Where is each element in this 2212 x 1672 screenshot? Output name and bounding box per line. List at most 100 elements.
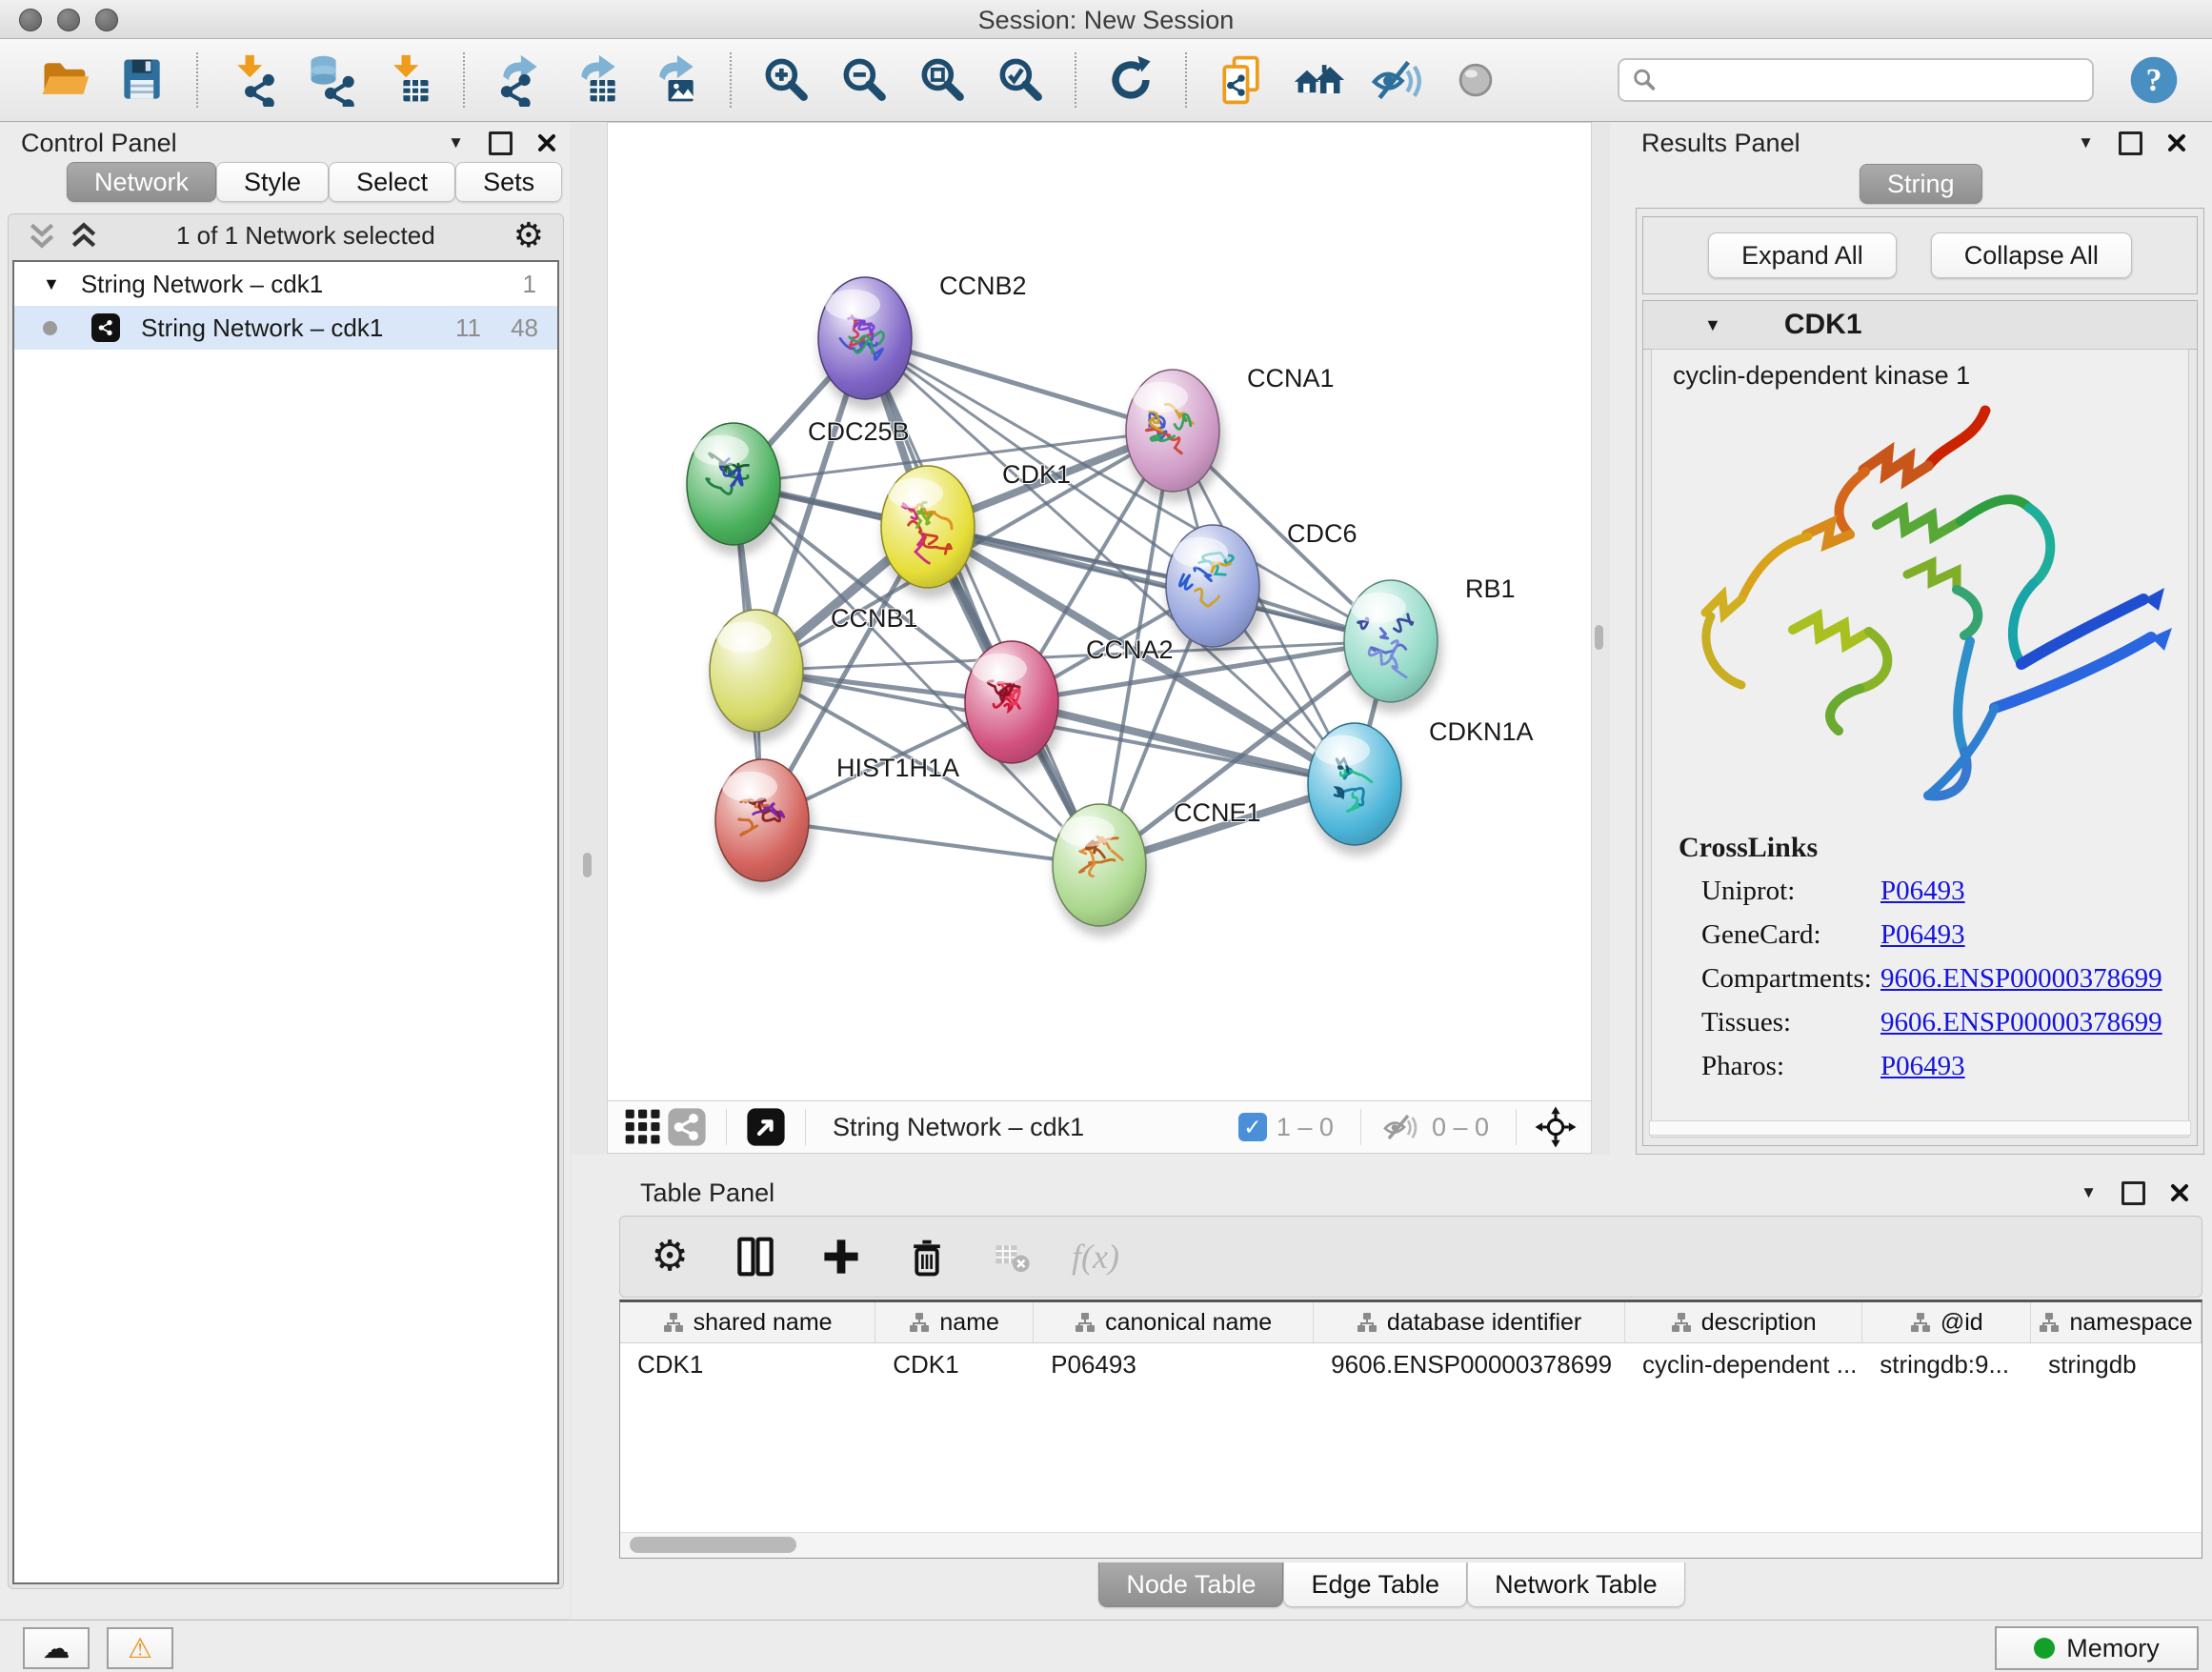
search-box[interactable] <box>1618 58 2094 102</box>
memory-button[interactable]: Memory <box>1995 1626 2199 1670</box>
export-image-icon[interactable] <box>646 50 705 110</box>
table-toolbar: ⚙ f(x) <box>619 1216 2202 1298</box>
table-options-gear-icon[interactable]: ⚙ <box>643 1230 696 1283</box>
column-header-description[interactable]: description <box>1625 1302 1862 1342</box>
control-panel-float-icon[interactable] <box>489 131 513 155</box>
collapse-all-button[interactable]: Collapse All <box>1931 232 2132 278</box>
hidden-eye-icon[interactable] <box>1378 1105 1422 1149</box>
node-label-CCNB2: CCNB2 <box>939 272 1027 300</box>
network-row[interactable]: String Network – cdk1 11 48 <box>14 306 557 350</box>
cell-name[interactable]: CDK1 <box>875 1350 1034 1380</box>
right-splitter-handle[interactable] <box>1595 625 1603 650</box>
crosslink-link[interactable]: P06493 <box>1880 919 1965 963</box>
search-input[interactable] <box>1667 66 2081 95</box>
import-table-icon[interactable] <box>379 50 438 110</box>
import-network-icon[interactable] <box>223 50 282 110</box>
zoom-fit-icon[interactable] <box>913 50 972 110</box>
create-column-icon[interactable] <box>814 1230 868 1283</box>
fit-content-crosshair-icon[interactable] <box>1534 1105 1578 1149</box>
network-collection-row[interactable]: ▼ String Network – cdk1 1 <box>14 262 557 306</box>
preview-icon[interactable] <box>1446 50 1505 110</box>
zoom-selected-icon[interactable] <box>991 50 1050 110</box>
open-session-icon[interactable] <box>34 50 93 110</box>
expand-all-icon[interactable] <box>70 221 98 250</box>
cloud-icon[interactable]: ☁ <box>23 1627 90 1669</box>
warning-icon[interactable]: ⚠ <box>107 1627 173 1669</box>
column-header-shared-name[interactable]: shared name <box>620 1302 875 1342</box>
column-header--id[interactable]: @id <box>1862 1302 2031 1342</box>
export-network-icon[interactable] <box>490 50 549 110</box>
table-panel-close-icon[interactable] <box>2170 1183 2189 1202</box>
export-table-icon[interactable] <box>568 50 627 110</box>
network-canvas[interactable]: CCNB2CCNA1CDC25BCDK1CDC6RB1CCNB1CCNA2CDK… <box>607 122 1592 1101</box>
node-CDKN1A[interactable]: CDKN1A <box>1308 717 1534 856</box>
window-title: Session: New Session <box>0 6 2212 35</box>
crosslink-link[interactable]: P06493 <box>1880 876 1965 919</box>
cell-namespace[interactable]: stringdb <box>2031 1350 2202 1380</box>
column-header-database-identifier[interactable]: database identifier <box>1314 1302 1625 1342</box>
collapse-all-icon[interactable] <box>28 221 56 250</box>
tab-network-table[interactable]: Network Table <box>1467 1562 1685 1607</box>
node-CDC6[interactable]: CDC6 <box>1166 519 1357 657</box>
cell--id[interactable]: stringdb:9... <box>1862 1350 2031 1380</box>
tab-network[interactable]: Network <box>67 162 216 202</box>
crosslinks-heading: CrossLinks <box>1679 832 1818 864</box>
column-header-canonical-name[interactable]: canonical name <box>1034 1302 1314 1342</box>
crosslink-link[interactable]: 9606.ENSP00000378699 <box>1880 1007 2162 1051</box>
cell-description[interactable]: cyclin-dependent ... <box>1625 1350 1862 1380</box>
import-database-icon[interactable] <box>301 50 360 110</box>
home-icon[interactable] <box>1290 50 1349 110</box>
tab-node-table[interactable]: Node Table <box>1098 1562 1283 1607</box>
results-panel-close-icon[interactable] <box>2167 133 2186 152</box>
table-panel-collapse-icon[interactable]: ▼ <box>2081 1183 2097 1202</box>
cell-canonical-name[interactable]: P06493 <box>1034 1350 1314 1380</box>
column-header-namespace[interactable]: namespace <box>2031 1302 2202 1342</box>
show-columns-icon[interactable] <box>729 1230 782 1283</box>
gene-section-header[interactable]: ▼ CDK1 <box>1643 301 2197 350</box>
main-toolbar: ? <box>0 39 2212 122</box>
network-options-gear-icon[interactable]: ⚙ <box>513 218 544 252</box>
expand-all-button[interactable]: Expand All <box>1708 232 1897 278</box>
column-header-name[interactable]: name <box>875 1302 1034 1342</box>
zoom-out-icon[interactable] <box>835 50 894 110</box>
grid-view-icon[interactable] <box>621 1105 665 1149</box>
crosslink-link[interactable]: P06493 <box>1880 1051 1965 1095</box>
selected-checkbox-icon[interactable]: ✓ <box>1238 1113 1267 1141</box>
delete-column-icon[interactable] <box>900 1230 954 1283</box>
zoom-in-icon[interactable] <box>756 50 815 110</box>
tab-edge-table[interactable]: Edge Table <box>1283 1562 1467 1607</box>
node-label-CDC6: CDC6 <box>1287 519 1357 548</box>
table-row[interactable]: CDK1CDK1P064939606.ENSP00000378699cyclin… <box>620 1343 2202 1385</box>
app-manager-icon[interactable] <box>1212 50 1271 110</box>
gene-collapse-icon[interactable]: ▼ <box>1704 315 1721 335</box>
column-label: canonical name <box>1105 1309 1272 1337</box>
left-splitter-handle[interactable] <box>583 853 592 877</box>
results-scrollbar[interactable] <box>1649 1120 2191 1136</box>
node-CDK1[interactable]: CDK1 <box>881 460 1071 598</box>
tab-string[interactable]: String <box>1860 164 1982 204</box>
birdseye-view-icon[interactable] <box>744 1105 788 1149</box>
cell-database-identifier[interactable]: 9606.ENSP00000378699 <box>1314 1350 1625 1380</box>
tree-expand-icon[interactable]: ▼ <box>43 274 60 294</box>
tab-sets[interactable]: Sets <box>455 162 562 202</box>
help-icon[interactable]: ? <box>2124 50 2183 110</box>
control-panel-collapse-icon[interactable]: ▼ <box>448 133 464 152</box>
control-panel-close-icon[interactable] <box>537 133 556 152</box>
table-hscrollbar-thumb[interactable] <box>630 1537 796 1553</box>
hide-visual-icon[interactable] <box>1368 50 1427 110</box>
cell-shared-name[interactable]: CDK1 <box>620 1350 875 1380</box>
crosslink-link[interactable]: 9606.ENSP00000378699 <box>1880 963 2162 1007</box>
refresh-icon[interactable] <box>1101 50 1160 110</box>
table-panel-float-icon[interactable] <box>2122 1181 2145 1205</box>
network-view-toolbar: String Network – cdk1 ✓ 1 – 0 0 – 0 <box>607 1100 1592 1154</box>
toolbar-separator <box>730 52 732 108</box>
node-HIST1H1A[interactable]: HIST1H1A <box>715 754 959 892</box>
results-panel-float-icon[interactable] <box>2119 131 2142 155</box>
tab-select[interactable]: Select <box>329 162 455 202</box>
string-style-icon[interactable] <box>665 1105 709 1149</box>
results-panel-collapse-icon[interactable]: ▼ <box>2078 133 2094 152</box>
save-session-icon[interactable] <box>112 50 171 110</box>
node-CCNA1[interactable]: CCNA1 <box>1126 364 1335 502</box>
node-RB1[interactable]: RB1 <box>1344 574 1516 713</box>
tab-style[interactable]: Style <box>216 162 329 202</box>
